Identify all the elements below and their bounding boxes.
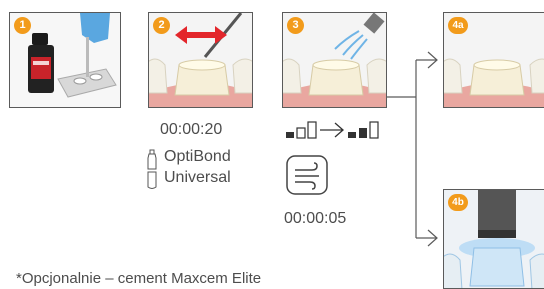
step-2-panel: 2	[148, 12, 253, 108]
pressure-bar-outline	[307, 121, 317, 139]
chevron-right-icon	[427, 51, 438, 69]
step-badge: 4a	[448, 17, 468, 34]
step-badge: 4b	[448, 194, 468, 211]
air-pressure-increase-indicator	[286, 121, 379, 139]
arrow-right-icon	[320, 122, 344, 138]
product-name-line-2: Universal	[164, 169, 231, 186]
pressure-bar-filled	[286, 132, 294, 138]
pressure-bar-filled	[359, 128, 367, 138]
step-badge: 2	[153, 17, 170, 34]
step-4a-panel: 4a	[443, 12, 544, 108]
pressure-bar-filled	[348, 132, 356, 138]
footnote: *Opcjonalnie – cement Maxcem Elite	[16, 270, 262, 287]
step-3-panel: 3	[282, 12, 387, 108]
air-blow-icon	[286, 155, 328, 195]
step-badge: 3	[287, 17, 304, 34]
product-name-line-1: OptiBond	[164, 148, 231, 165]
step-4b-panel: 4b	[443, 189, 544, 289]
pressure-bar-outline	[369, 121, 379, 139]
bottle-outline-icon	[147, 171, 157, 189]
chevron-right-icon	[427, 229, 438, 247]
bottle-icon	[147, 149, 157, 170]
step-3-time: 00:00:05	[284, 210, 347, 227]
step-2-time: 00:00:20	[160, 121, 223, 138]
pressure-bar-outline	[296, 127, 306, 139]
step-badge: 1	[14, 17, 31, 34]
step-1-panel: 1	[9, 12, 121, 108]
